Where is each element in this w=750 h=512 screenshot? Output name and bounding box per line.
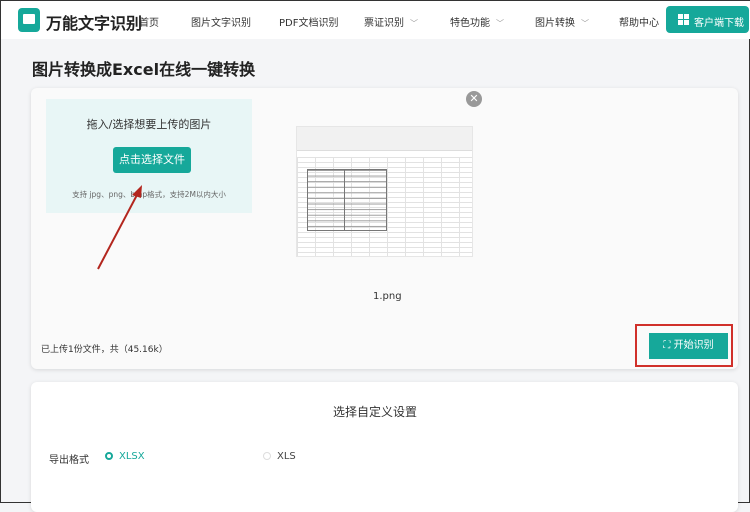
settings-card (31, 382, 738, 512)
file-name: 1.png (373, 291, 402, 302)
start-label: 开始识别 (673, 340, 714, 351)
radio-xlsx[interactable]: XLSX (105, 451, 145, 462)
xlsx-label: XLSX (119, 451, 145, 462)
start-recognition-button[interactable]: ⛶ 开始识别 (649, 333, 728, 359)
file-thumbnail[interactable] (296, 126, 473, 257)
remove-file-icon[interactable]: ✕ (466, 91, 482, 107)
radio-checked-icon (105, 452, 113, 460)
settings-title: 选择自定义设置 (332, 405, 417, 419)
xls-label: XLS (277, 451, 296, 462)
upload-status: 已上传1份文件，共（45.16k） (41, 345, 168, 355)
radio-xls[interactable]: XLS (263, 451, 296, 462)
export-format-label: 导出格式 (49, 455, 89, 466)
radio-unchecked-icon (263, 452, 271, 460)
scan-icon: ⛶ (663, 340, 674, 351)
